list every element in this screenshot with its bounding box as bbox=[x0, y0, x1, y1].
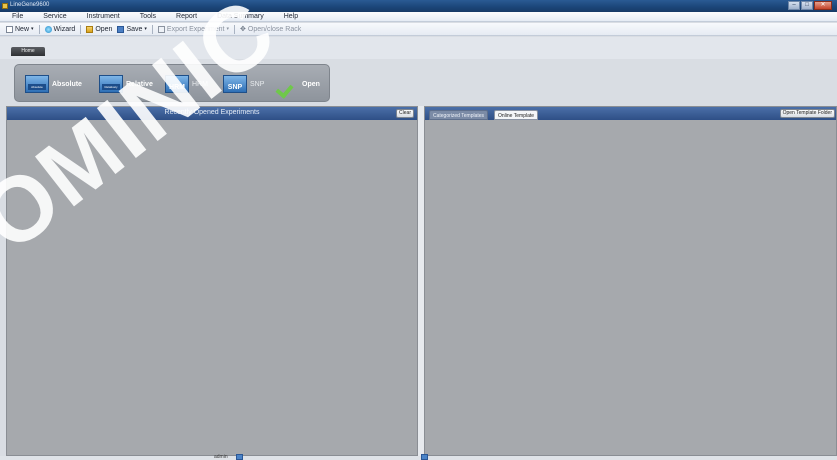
rack-label: Open/close Rack bbox=[247, 25, 302, 33]
window-controls: – □ ✕ bbox=[788, 1, 832, 10]
chevron-down-icon: ▾ bbox=[226, 26, 230, 32]
relative-label: Relative bbox=[126, 80, 153, 88]
chevron-down-icon: ▾ bbox=[144, 26, 147, 32]
snp-icon-text: SNP bbox=[227, 84, 243, 91]
open-label: Open bbox=[95, 25, 113, 33]
export-icon bbox=[157, 25, 165, 33]
toolbar-separator bbox=[234, 24, 236, 34]
relative-quant-icon: Relatively bbox=[99, 75, 123, 93]
rack-icon: ✥ bbox=[240, 25, 246, 33]
network-icon bbox=[421, 454, 428, 460]
hrm-icon: HRM bbox=[165, 75, 189, 93]
menu-tools[interactable]: Tools bbox=[140, 12, 156, 21]
absolute-icon-text: Absolute bbox=[28, 84, 46, 90]
wizard-label: Wizard bbox=[53, 25, 76, 33]
wizard-button[interactable]: Wizard bbox=[44, 25, 76, 33]
checkmark-icon bbox=[277, 75, 299, 93]
templates-panel: Categorized Templates Online Template Op… bbox=[424, 106, 837, 456]
status-user: admin bbox=[214, 454, 228, 460]
tab-online-template[interactable]: Online Template bbox=[494, 110, 539, 120]
absolute-button[interactable]: Absolute Absolute bbox=[25, 75, 82, 93]
templates-header: Categorized Templates Online Template Op… bbox=[425, 107, 836, 120]
toolbar: New ▾ Wizard Open Save ▾ Export Experime… bbox=[0, 23, 837, 36]
open-experiment-label: Open bbox=[302, 80, 320, 88]
tab-strip: Home bbox=[0, 37, 837, 59]
window-title-bar: LineGene9600 – □ ✕ bbox=[0, 0, 837, 12]
wizard-icon bbox=[44, 25, 52, 33]
menu-data-summary[interactable]: Data Summary bbox=[217, 12, 264, 21]
new-label: New bbox=[15, 25, 30, 33]
open-template-folder-button[interactable]: Open Template Folder bbox=[779, 109, 835, 118]
save-label: Save bbox=[126, 25, 143, 33]
folder-icon bbox=[86, 25, 94, 33]
relative-icon-text: Relatively bbox=[102, 84, 120, 90]
open-close-rack-button[interactable]: ✥ Open/close Rack bbox=[240, 26, 301, 33]
export-label: Export Experiment bbox=[166, 25, 225, 33]
toolbar-separator bbox=[38, 24, 40, 34]
new-document-icon bbox=[6, 25, 13, 33]
relative-button[interactable]: Relatively Relative bbox=[99, 75, 153, 93]
hrm-icon-text: HRM bbox=[169, 84, 185, 91]
menu-service[interactable]: Service bbox=[43, 12, 66, 21]
save-icon bbox=[117, 25, 125, 33]
save-button[interactable]: Save ▾ bbox=[117, 25, 147, 33]
open-experiment-button[interactable]: Open bbox=[277, 75, 320, 93]
snp-label: SNP bbox=[250, 80, 265, 88]
menu-file[interactable]: File bbox=[12, 12, 23, 21]
menu-report[interactable]: Report bbox=[176, 12, 197, 21]
close-button[interactable]: ✕ bbox=[814, 1, 832, 10]
toolbar-separator bbox=[80, 24, 82, 34]
tab-home[interactable]: Home bbox=[11, 47, 45, 56]
tab-categorized-templates[interactable]: Categorized Templates bbox=[429, 110, 489, 120]
new-button[interactable]: New ▾ bbox=[6, 25, 34, 33]
absolute-label: Absolute bbox=[52, 80, 82, 88]
chevron-down-icon: ▾ bbox=[31, 26, 34, 32]
snp-button[interactable]: SNP SNP bbox=[223, 75, 264, 93]
hrm-button[interactable]: HRM HRM bbox=[165, 75, 208, 93]
app-icon bbox=[2, 3, 8, 9]
menu-instrument[interactable]: Instrument bbox=[87, 12, 120, 21]
experiment-ribbon: Absolute Absolute Relatively Relative HR… bbox=[14, 64, 330, 102]
hrm-label: HRM bbox=[192, 80, 208, 88]
recent-experiments-title: Recently Opened Experiments bbox=[164, 109, 260, 116]
toolbar-separator bbox=[151, 24, 153, 34]
menu-bar: File Service Instrument Tools Report Dat… bbox=[0, 12, 837, 22]
snp-icon: SNP bbox=[223, 75, 247, 93]
user-icon bbox=[236, 454, 243, 460]
open-button[interactable]: Open bbox=[86, 25, 113, 33]
export-experiment-button[interactable]: Export Experiment ▾ bbox=[157, 25, 230, 33]
clear-button[interactable]: Clear bbox=[396, 109, 414, 118]
maximize-button[interactable]: □ bbox=[801, 1, 813, 10]
recent-experiments-panel: Recently Opened Experiments Clear bbox=[6, 106, 418, 456]
status-bar: admin bbox=[0, 454, 837, 460]
window-title: LineGene9600 bbox=[10, 2, 50, 8]
menu-help[interactable]: Help bbox=[284, 12, 298, 21]
recent-experiments-header: Recently Opened Experiments Clear bbox=[7, 107, 417, 120]
minimize-button[interactable]: – bbox=[788, 1, 800, 10]
absolute-quant-icon: Absolute bbox=[25, 75, 49, 93]
